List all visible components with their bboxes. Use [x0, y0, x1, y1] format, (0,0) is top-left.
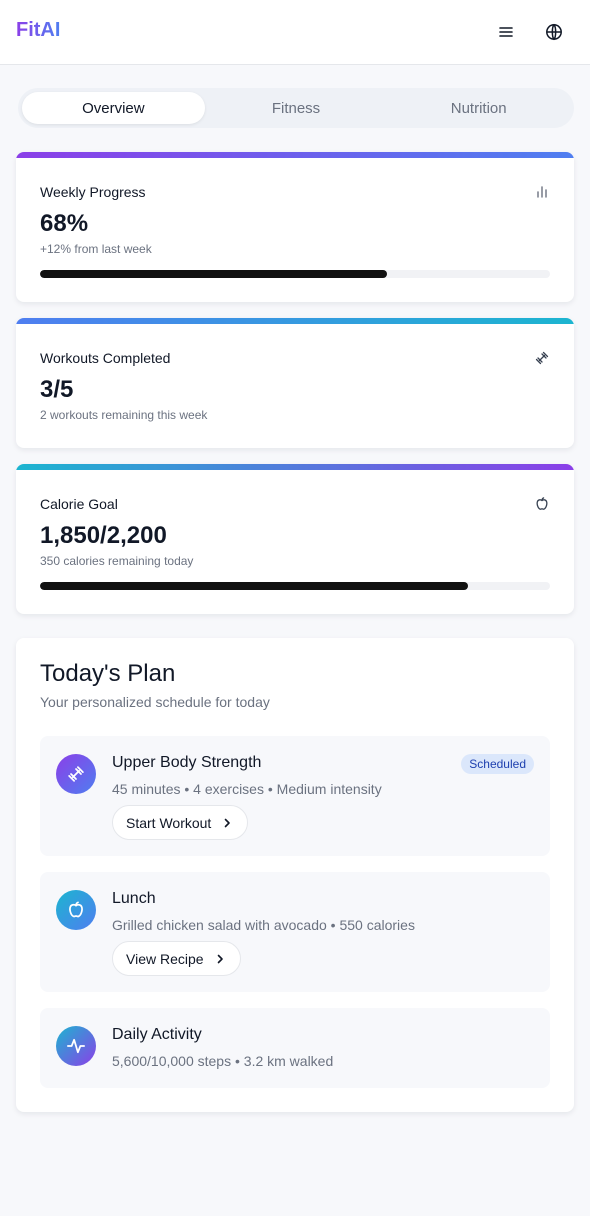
weekly-progress-bar — [40, 270, 550, 278]
todays-plan-card: Today's Plan Your personalized schedule … — [16, 638, 574, 1112]
card-value: 3/5 — [40, 376, 74, 403]
chevron-right-icon — [217, 954, 223, 963]
globe-icon — [546, 23, 562, 41]
card-title: Calorie Goal — [40, 496, 118, 512]
workouts-card: Workouts Completed 3/5 2 workouts remain… — [16, 318, 574, 448]
chevron-right-icon — [225, 818, 231, 827]
start-workout-button[interactable]: Start Workout — [112, 805, 249, 840]
card-accent-bar — [16, 152, 574, 158]
dumbbell-icon — [68, 766, 84, 782]
card-subtext: +12% from last week — [40, 242, 152, 256]
workout-icon-badge — [56, 754, 96, 794]
app-header: FitAI — [0, 0, 590, 65]
plan-title: Today's Plan — [40, 660, 176, 687]
card-value: 1,850/2,200 — [40, 522, 167, 549]
calorie-goal-card: Calorie Goal 1,850/2,200 350 calories re… — [16, 464, 574, 614]
plan-item-desc: 45 minutes • 4 exercises • Medium intens… — [112, 781, 382, 797]
progress-fill — [40, 582, 469, 590]
plan-item-title: Lunch — [112, 890, 156, 907]
menu-icon — [499, 27, 513, 37]
activity-icon-badge — [56, 1026, 96, 1066]
activity-icon — [67, 1038, 85, 1054]
view-recipe-button[interactable]: View Recipe — [112, 941, 241, 976]
language-button[interactable] — [540, 18, 568, 46]
plan-item-workout[interactable]: Upper Body Strength Scheduled 45 minutes… — [40, 736, 550, 856]
tab-nutrition[interactable]: Nutrition — [387, 92, 570, 124]
calorie-progress-bar — [40, 582, 550, 590]
plan-item-desc: 5,600/10,000 steps • 3.2 km walked — [112, 1053, 334, 1069]
card-subtext: 350 calories remaining today — [40, 554, 194, 568]
plan-item-title: Daily Activity — [112, 1026, 202, 1043]
dumbbell-icon — [535, 351, 549, 365]
apple-icon — [69, 901, 83, 918]
card-accent-bar — [16, 464, 574, 470]
meal-icon-badge — [56, 890, 96, 930]
menu-button[interactable] — [492, 18, 520, 46]
tab-fitness[interactable]: Fitness — [205, 92, 388, 124]
app-logo[interactable]: FitAI — [16, 19, 60, 42]
plan-item-title: Upper Body Strength — [112, 754, 262, 771]
card-title: Weekly Progress — [40, 184, 146, 200]
weekly-progress-card: Weekly Progress 68% +12% from last week — [16, 152, 574, 302]
tab-bar: Overview Fitness Nutrition — [18, 88, 574, 128]
button-label: View Recipe — [126, 950, 204, 967]
status-badge: Scheduled — [461, 754, 534, 774]
card-title: Workouts Completed — [40, 350, 171, 366]
button-label: Start Workout — [126, 814, 212, 831]
card-subtext: 2 workouts remaining this week — [40, 408, 208, 422]
bar-chart-icon — [537, 186, 547, 198]
card-accent-bar — [16, 318, 574, 324]
tab-overview[interactable]: Overview — [22, 92, 205, 124]
plan-subtitle: Your personalized schedule for today — [40, 694, 270, 710]
progress-fill — [40, 270, 387, 278]
plan-item-meal[interactable]: Lunch Grilled chicken salad with avocado… — [40, 872, 550, 992]
plan-item-activity[interactable]: Daily Activity 5,600/10,000 steps • 3.2 … — [40, 1008, 550, 1088]
apple-icon — [536, 497, 548, 510]
card-value: 68% — [40, 210, 89, 237]
plan-item-desc: Grilled chicken salad with avocado • 550… — [112, 917, 415, 933]
